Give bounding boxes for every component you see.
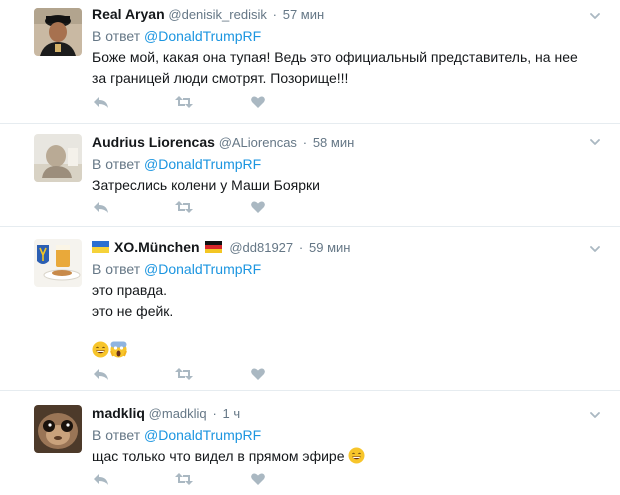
author-handle[interactable]: @dd81927 [229, 240, 293, 255]
tweet-content: Audrius Liorencas @ALiorencas · 58 мин В… [92, 132, 600, 196]
chevron-down-icon[interactable] [590, 8, 600, 19]
retweet-icon[interactable] [174, 94, 193, 110]
tweet-content: Real Aryan @denisik_redisik · 57 мин В о… [92, 4, 600, 89]
timestamp[interactable]: 1 ч [223, 406, 241, 421]
reply-prefix: В ответ [92, 427, 141, 443]
reply-context: В ответ @DonaldTrumpRF [92, 259, 600, 279]
heart-icon[interactable] [250, 94, 268, 110]
author-name[interactable]: Audrius Liorencas [92, 134, 215, 150]
separator-dot: · [272, 7, 277, 22]
author-handle[interactable]: @madkliq [149, 406, 207, 421]
reply-mention-link[interactable]: @DonaldTrumpRF [144, 261, 261, 277]
tweet-feed: Real Aryan @denisik_redisik · 57 мин В о… [0, 0, 620, 495]
separator-dot: · [302, 135, 308, 150]
tweet-content: XO.München @dd81927 · 59 мин В ответ @Do… [92, 237, 600, 358]
avatar[interactable] [34, 134, 82, 182]
chevron-down-icon[interactable] [590, 241, 600, 252]
timestamp[interactable]: 58 мин [313, 135, 354, 150]
tweet-text-line: за границей люди смотрят. Позорище!!! [92, 70, 349, 86]
author-name[interactable]: XO.München [114, 239, 200, 255]
author-name[interactable]: Real Aryan [92, 6, 165, 22]
emoji-row [92, 341, 128, 360]
tweet-text-line: это правда. [92, 282, 168, 298]
tweet-header: Real Aryan @denisik_redisik · 57 мин [92, 4, 600, 25]
tweet-text-line: щас только что видел в прямом эфире [92, 448, 345, 464]
reply-context: В ответ @DonaldTrumpRF [92, 26, 600, 46]
reply-prefix: В ответ [92, 28, 141, 44]
reply-icon[interactable] [92, 366, 110, 382]
tweet-header: XO.München @dd81927 · 59 мин [92, 237, 600, 258]
grinning-face-emoji [348, 447, 365, 464]
author-name[interactable]: madkliq [92, 405, 145, 421]
avatar[interactable] [34, 239, 82, 287]
tweet-text-line: это не фейк. [92, 303, 174, 319]
avatar[interactable] [34, 405, 82, 453]
reply-context: В ответ @DonaldTrumpRF [92, 425, 600, 445]
reply-icon[interactable] [92, 94, 110, 110]
tweet-text: Затреслись колени у Маши Боярки [92, 175, 600, 196]
heart-icon[interactable] [250, 471, 268, 487]
retweet-icon[interactable] [174, 366, 193, 382]
tweet-content: madkliq @madkliq · 1 ч В ответ @DonaldTr… [92, 403, 600, 467]
avatar[interactable] [34, 8, 82, 56]
reply-mention-link[interactable]: @DonaldTrumpRF [144, 156, 261, 172]
retweet-icon[interactable] [174, 199, 193, 215]
heart-icon[interactable] [250, 199, 268, 215]
tweet-text: это правда. это не фейк. [92, 280, 600, 322]
ukraine-flag-icon [92, 239, 109, 253]
timestamp[interactable]: 57 мин [283, 7, 324, 22]
heart-icon[interactable] [250, 366, 268, 382]
timestamp[interactable]: 59 мин [309, 240, 350, 255]
grinning-face-emoji [92, 341, 109, 358]
tweet-text-line: Боже мой, какая она тупая! Ведь это офиц… [92, 49, 578, 65]
tweet-header: madkliq @madkliq · 1 ч [92, 403, 600, 424]
germany-flag-icon [204, 239, 222, 253]
reply-icon[interactable] [92, 471, 110, 487]
screaming-face-emoji [110, 341, 127, 358]
author-handle[interactable]: @denisik_redisik [168, 7, 266, 22]
author-handle[interactable]: @ALiorencas [219, 135, 297, 150]
chevron-down-icon[interactable] [590, 134, 600, 145]
reply-mention-link[interactable]: @DonaldTrumpRF [144, 28, 261, 44]
tweet-text: щас только что видел в прямом эфире [92, 446, 600, 467]
chevron-down-icon[interactable] [590, 407, 600, 418]
tweet: Real Aryan @denisik_redisik · 57 мин В о… [0, 0, 620, 124]
reply-prefix: В ответ [92, 156, 141, 172]
separator-dot: · [298, 240, 304, 255]
tweet-header: Audrius Liorencas @ALiorencas · 58 мин [92, 132, 600, 153]
reply-context: В ответ @DonaldTrumpRF [92, 154, 600, 174]
tweet: Audrius Liorencas @ALiorencas · 58 мин В… [0, 124, 620, 227]
tweet: XO.München @dd81927 · 59 мин В ответ @Do… [0, 227, 620, 391]
tweet-text-line: Затреслись колени у Маши Боярки [92, 177, 320, 193]
tweet: madkliq @madkliq · 1 ч В ответ @DonaldTr… [0, 391, 620, 495]
retweet-icon[interactable] [174, 471, 193, 487]
separator-dot: · [212, 406, 217, 421]
reply-icon[interactable] [92, 199, 110, 215]
tweet-text: Боже мой, какая она тупая! Ведь это офиц… [92, 47, 600, 89]
reply-mention-link[interactable]: @DonaldTrumpRF [144, 427, 261, 443]
reply-prefix: В ответ [92, 261, 141, 277]
